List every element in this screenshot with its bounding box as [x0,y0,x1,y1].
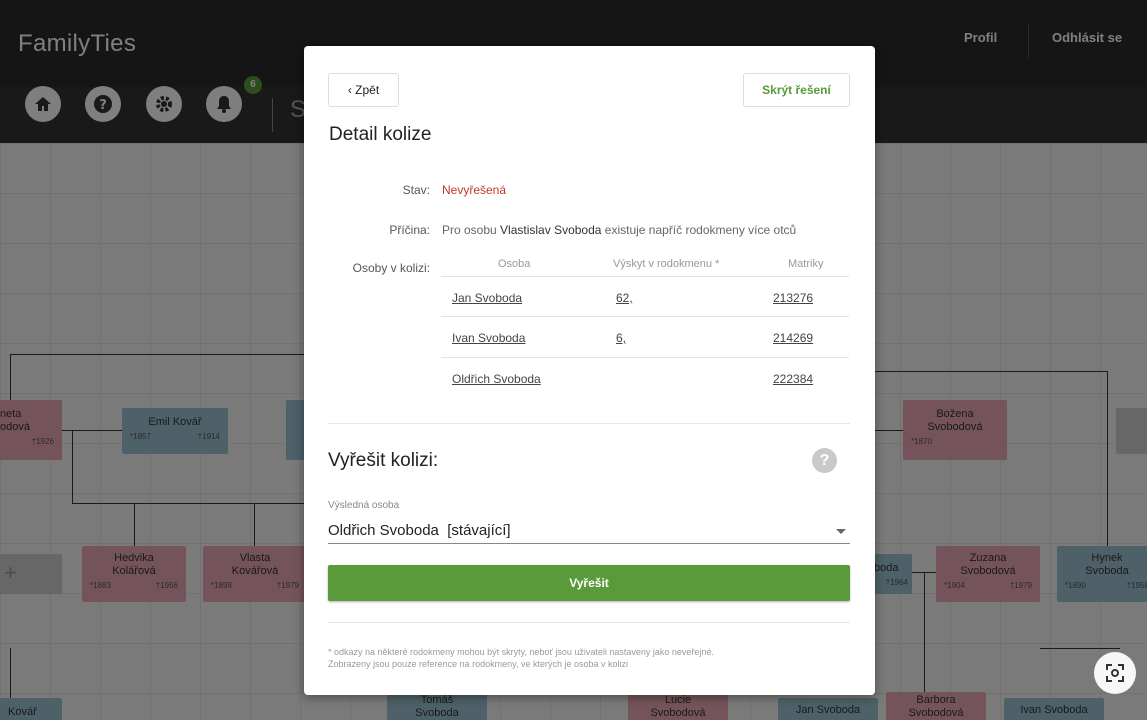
resolve-title: Vyřešit kolizi: [328,450,439,471]
register-link[interactable]: 222384 [773,372,813,386]
focus-icon [1106,664,1124,682]
chevron-down-icon [836,529,846,534]
table-row: Jan Svoboda 62, 213276 [441,276,849,317]
result-person-select[interactable]: Oldřich Svoboda [stávající] [328,516,850,544]
cause-value: Pro osobu Vlastislav Svoboda existuje na… [442,223,797,237]
occurrence-link[interactable]: 6, [616,331,626,345]
section-divider [328,423,850,424]
status-label: Stav: [402,183,430,197]
person-link[interactable]: Ivan Svoboda [452,331,525,345]
cause-label: Příčina: [389,223,430,237]
result-person-label: Výsledná osoba [328,500,400,511]
cause-person: Vlastislav Svoboda [500,223,602,237]
person-link[interactable]: Jan Svoboda [452,291,522,305]
back-button[interactable]: ‹ Zpět [328,73,399,107]
focus-button[interactable] [1094,652,1136,694]
person-link[interactable]: Oldřich Svoboda [452,372,541,386]
hide-solution-button[interactable]: Skrýt řešení [743,73,850,107]
footnote: * odkazy na některé rodokmeny mohou být … [328,647,714,669]
help-icon[interactable]: ? [812,448,837,473]
register-link[interactable]: 213276 [773,291,813,305]
register-link[interactable]: 214269 [773,331,813,345]
persons-label: Osoby v kolizi: [352,261,430,275]
section-divider [328,622,850,623]
status-value: Nevyřešená [442,183,507,197]
dialog-title: Detail kolize [329,124,432,145]
column-header-occurrence: Výskyt v rodokmenu * [613,258,720,270]
table-row: Oldřich Svoboda 222384 [441,358,849,399]
column-header-person: Osoba [498,258,531,270]
collision-detail-dialog: ‹ Zpět Skrýt řešení Detail kolize Stav: … [304,46,875,695]
occurrence-link[interactable]: 62, [616,291,633,305]
column-header-registers: Matriky [788,258,824,270]
table-row: Ivan Svoboda 6, 214269 [441,317,849,358]
resolve-button[interactable]: Vyřešit [328,565,850,601]
